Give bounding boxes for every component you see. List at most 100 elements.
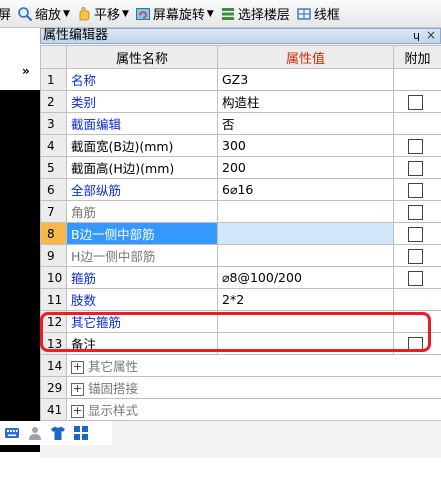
toolbar-rotate-label: 屏幕旋转	[152, 8, 205, 23]
property-name[interactable]: 全部纵筋	[66, 178, 218, 201]
property-name-label: 截面宽(B边)(mm)	[71, 139, 174, 154]
property-name[interactable]: 名称	[66, 68, 218, 91]
toolbar-wireframe-label: 线框	[313, 8, 340, 23]
expand-icon[interactable]: +	[71, 405, 84, 418]
table-row[interactable]: 12 其它箍筋	[40, 310, 441, 333]
attach-checkbox[interactable]	[408, 138, 423, 154]
table-row[interactable]: 5 截面高(H边)(mm) 200	[40, 156, 441, 179]
close-icon[interactable]: ×	[426, 28, 436, 42]
property-name[interactable]: + 显示样式	[66, 398, 441, 421]
table-row[interactable]: 3 截面编辑 否	[40, 112, 441, 135]
property-name[interactable]: B边一侧中部筋	[66, 222, 218, 245]
floor-icon	[221, 7, 234, 20]
table-row[interactable]: 11 肢数 2*2	[40, 288, 441, 311]
table-row[interactable]: 10 箍筋 ⌀8@100/200	[40, 266, 441, 289]
group-label: 其它属性	[88, 359, 139, 374]
property-name[interactable]: + 锚固搭接	[66, 376, 441, 399]
attach-checkbox[interactable]	[408, 270, 423, 286]
property-value[interactable]	[217, 222, 394, 245]
chevron-down-icon[interactable]: ▼	[63, 9, 70, 19]
toolbar-item-zoom-window[interactable]: 屏	[0, 4, 11, 23]
row-number: 12	[40, 310, 67, 333]
attach-checkbox[interactable]	[408, 336, 423, 352]
table-row[interactable]: 14 + 其它属性	[40, 354, 441, 377]
property-value[interactable]: 300	[217, 134, 394, 157]
table-row[interactable]: 8 B边一侧中部筋	[40, 222, 441, 245]
expand-icon[interactable]: +	[71, 361, 84, 374]
pin-icon[interactable]: ɥ	[413, 29, 420, 43]
row-number: 9	[40, 244, 67, 267]
attach-cell	[393, 90, 441, 113]
table-row[interactable]: 7 角筋	[40, 200, 441, 223]
table-row[interactable]: 4 截面宽(B边)(mm) 300	[40, 134, 441, 157]
property-name[interactable]: 其它箍筋	[66, 310, 218, 333]
attach-checkbox[interactable]	[408, 204, 423, 220]
table-row[interactable]: 2 类别 构造柱	[40, 90, 441, 113]
expand-icon[interactable]: +	[71, 383, 84, 396]
attach-cell	[393, 244, 441, 267]
row-number: 11	[40, 288, 67, 311]
attach-cell	[393, 68, 441, 91]
attach-checkbox[interactable]	[408, 160, 423, 176]
user-icon[interactable]	[27, 425, 43, 441]
property-value[interactable]	[217, 332, 394, 355]
chevron-down-icon[interactable]: ▼	[207, 9, 214, 19]
property-value[interactable]: 6⌀16	[217, 178, 394, 201]
keyboard-icon[interactable]	[4, 425, 20, 441]
property-name[interactable]: 肢数	[66, 288, 218, 311]
toolbar-item-zoom[interactable]: 缩放 ▼	[17, 4, 70, 23]
toolbar-item-floor[interactable]: 选择楼层	[220, 4, 290, 23]
attach-checkbox[interactable]	[408, 94, 423, 110]
table-row[interactable]: 41 + 显示样式	[40, 398, 441, 421]
expand-panel-icon[interactable]: »	[22, 64, 30, 78]
property-value[interactable]	[217, 200, 394, 223]
table-row[interactable]: 6 全部纵筋 6⌀16	[40, 178, 441, 201]
property-name-label: 截面高(H边)(mm)	[71, 161, 175, 176]
zoom-icon	[18, 6, 33, 21]
toolbar-item-pan[interactable]: 平移 ▼	[76, 4, 129, 23]
property-name-label: 全部纵筋	[71, 183, 122, 198]
property-value[interactable]: 200	[217, 156, 394, 179]
toolbar-floor-label: 选择楼层	[237, 8, 290, 23]
property-value[interactable]	[217, 310, 394, 333]
rotate-icon	[135, 7, 150, 20]
property-name[interactable]: H边一侧中部筋	[66, 244, 218, 267]
property-name[interactable]: 截面宽(B边)(mm)	[66, 134, 218, 157]
property-name[interactable]: + 其它属性	[66, 354, 441, 377]
chevron-down-icon[interactable]: ▼	[122, 9, 129, 19]
table-row[interactable]: 29 + 锚固搭接	[40, 376, 441, 399]
header-value[interactable]: 属性值	[217, 45, 394, 69]
table-row[interactable]: 1 名称 GZ3	[40, 68, 441, 91]
row-number: 3	[40, 112, 67, 135]
grid-apps-icon[interactable]	[73, 425, 89, 441]
property-value[interactable]: 2*2	[217, 288, 394, 311]
property-value[interactable]: 构造柱	[217, 90, 394, 113]
attach-checkbox[interactable]	[408, 182, 423, 198]
attach-checkbox[interactable]	[408, 226, 423, 242]
toolbar-item-rotate[interactable]: 屏幕旋转 ▼	[135, 4, 214, 23]
header-extra[interactable]: 附加	[393, 45, 441, 69]
toolbar-item-wireframe[interactable]: 线框	[296, 4, 340, 23]
property-name[interactable]: 备注	[66, 332, 218, 355]
table-row[interactable]: 13 备注	[40, 332, 441, 355]
property-name-label: 截面编辑	[71, 117, 122, 132]
header-name[interactable]: 属性名称	[66, 45, 218, 69]
property-value[interactable]	[217, 244, 394, 267]
attach-checkbox[interactable]	[408, 248, 423, 264]
property-value[interactable]: 否	[217, 112, 394, 135]
drawing-area[interactable]	[0, 90, 40, 452]
row-number: 41	[40, 398, 67, 421]
row-number: 7	[40, 200, 67, 223]
property-name[interactable]: 箍筋	[66, 266, 218, 289]
property-value[interactable]: ⌀8@100/200	[217, 266, 394, 289]
property-name[interactable]: 截面编辑	[66, 112, 218, 135]
table-row[interactable]: 9 H边一侧中部筋	[40, 244, 441, 267]
shirt-icon[interactable]	[50, 425, 66, 441]
row-number: 4	[40, 134, 67, 157]
property-name[interactable]: 截面高(H边)(mm)	[66, 156, 218, 179]
row-number: 14	[40, 354, 67, 377]
property-value[interactable]: GZ3	[217, 68, 394, 91]
property-name[interactable]: 类别	[66, 90, 218, 113]
property-name[interactable]: 角筋	[66, 200, 218, 223]
property-name-label: 名称	[71, 73, 97, 88]
